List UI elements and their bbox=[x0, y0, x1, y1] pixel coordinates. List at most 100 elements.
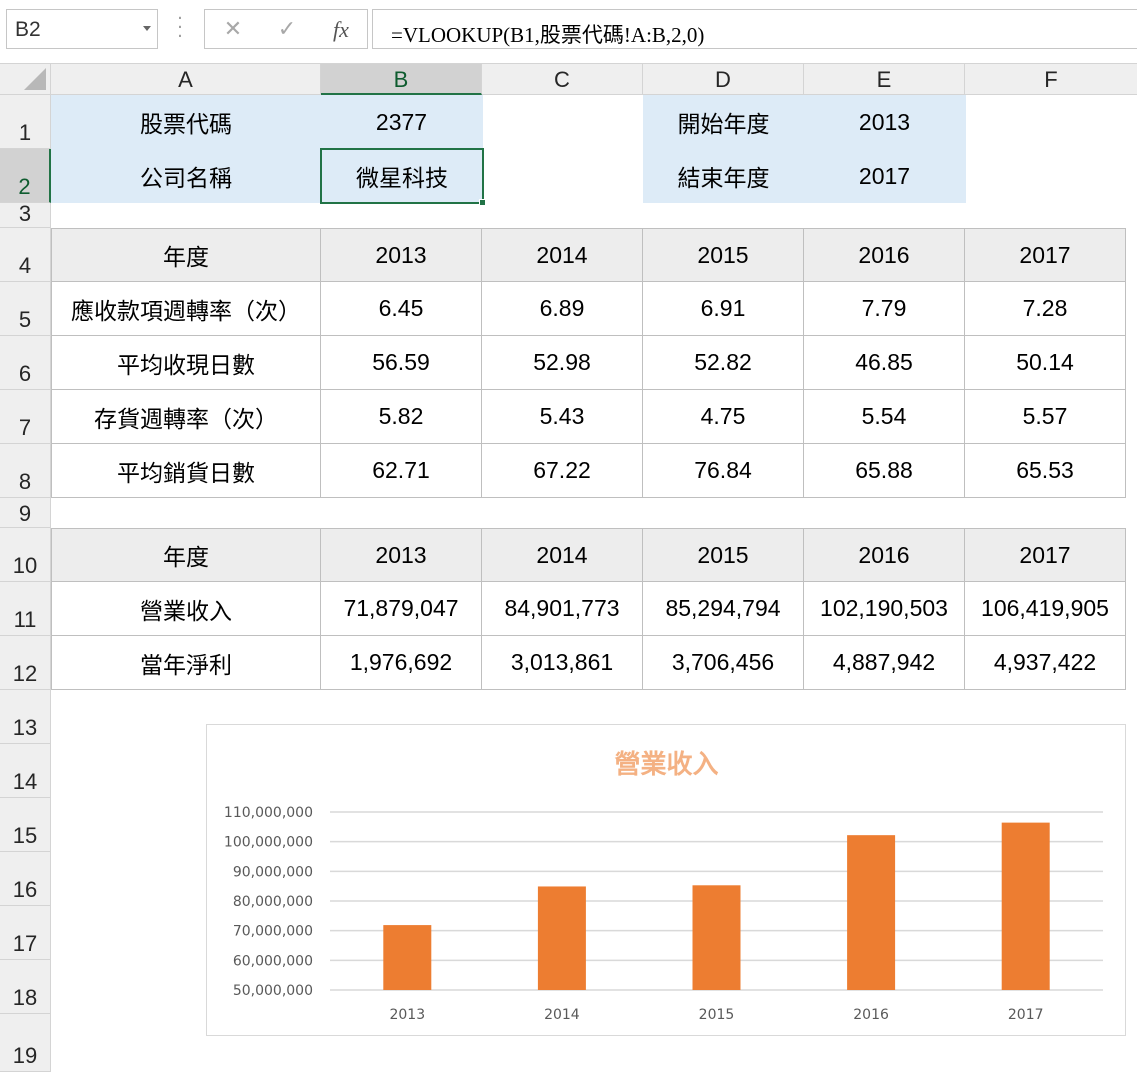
row-header-10[interactable]: 10 bbox=[0, 528, 51, 582]
revenue-table-cell[interactable]: 4,887,942 bbox=[804, 636, 965, 690]
revenue-table-cell[interactable]: 3,013,861 bbox=[482, 636, 643, 690]
ratio-table-cell[interactable]: 62.71 bbox=[321, 444, 482, 498]
ratio-table-cell[interactable]: 6.89 bbox=[482, 282, 643, 336]
ratio-table-cell[interactable]: 4.75 bbox=[643, 390, 804, 444]
ratio-table-cell[interactable]: 應收款項週轉率（次） bbox=[51, 282, 321, 336]
bar-2014 bbox=[537, 886, 586, 990]
row-header-11[interactable]: 11 bbox=[0, 582, 51, 636]
ratio-table-cell[interactable]: 76.84 bbox=[643, 444, 804, 498]
ratio-table-cell[interactable]: 56.59 bbox=[321, 336, 482, 390]
ratio-table-header-cell[interactable]: 年度 bbox=[51, 228, 321, 282]
revenue-table-header-cell[interactable]: 2015 bbox=[643, 528, 804, 582]
col-header-f[interactable]: F bbox=[965, 64, 1137, 95]
name-box[interactable]: B2 bbox=[6, 9, 158, 49]
stock-code-label[interactable]: 股票代碼 bbox=[51, 95, 321, 149]
ratio-table-cell[interactable]: 平均收現日數 bbox=[51, 336, 321, 390]
col-header-d[interactable]: D bbox=[643, 64, 804, 95]
name-box-value: B2 bbox=[15, 18, 41, 41]
ratio-table-header-cell[interactable]: 2016 bbox=[804, 228, 965, 282]
grip-icon[interactable]: · · · bbox=[176, 10, 184, 46]
row-header-7[interactable]: 7 bbox=[0, 390, 51, 444]
ratio-table-cell[interactable]: 52.82 bbox=[643, 336, 804, 390]
ratio-table-cell[interactable]: 7.28 bbox=[965, 282, 1126, 336]
revenue-table-cell[interactable]: 106,419,905 bbox=[965, 582, 1126, 636]
revenue-table-cell[interactable]: 84,901,773 bbox=[482, 582, 643, 636]
revenue-table-header-cell[interactable]: 年度 bbox=[51, 528, 321, 582]
row-header-1[interactable]: 1 bbox=[0, 95, 51, 149]
x-tick-label: 2014 bbox=[544, 1007, 580, 1023]
row-header-19[interactable]: 19 bbox=[0, 1014, 51, 1072]
ratio-table-cell[interactable]: 65.88 bbox=[804, 444, 965, 498]
y-tick-label: 90,000,000 bbox=[233, 864, 313, 880]
ratio-table-cell[interactable]: 存貨週轉率（次） bbox=[51, 390, 321, 444]
row-header-8[interactable]: 8 bbox=[0, 444, 51, 498]
select-all-button[interactable] bbox=[0, 64, 51, 95]
ratio-table-cell[interactable]: 5.82 bbox=[321, 390, 482, 444]
col-header-e[interactable]: E bbox=[804, 64, 965, 95]
y-tick-label: 110,000,000 bbox=[224, 805, 313, 821]
revenue-chart[interactable]: 營業收入 50,000,000 60,000,000 70,000,000 80,000… bbox=[206, 724, 1126, 1036]
row-header-16[interactable]: 16 bbox=[0, 852, 51, 906]
formula-input[interactable]: =VLOOKUP(B1,股票代碼!A:B,2,0) bbox=[372, 9, 1137, 49]
ratio-table-header-cell[interactable]: 2017 bbox=[965, 228, 1126, 282]
revenue-table-header-cell[interactable]: 2016 bbox=[804, 528, 965, 582]
revenue-table-cell[interactable]: 85,294,794 bbox=[643, 582, 804, 636]
row-header-17[interactable]: 17 bbox=[0, 906, 51, 960]
revenue-table-cell[interactable]: 3,706,456 bbox=[643, 636, 804, 690]
row-header-13[interactable]: 13 bbox=[0, 690, 51, 744]
bar-2016 bbox=[847, 835, 896, 990]
ratio-table-cell[interactable]: 52.98 bbox=[482, 336, 643, 390]
ratio-table-cell[interactable]: 5.43 bbox=[482, 390, 643, 444]
row-header-12[interactable]: 12 bbox=[0, 636, 51, 690]
ratio-table-cell[interactable]: 65.53 bbox=[965, 444, 1126, 498]
ratio-table-cell[interactable]: 5.54 bbox=[804, 390, 965, 444]
row-header-15[interactable]: 15 bbox=[0, 798, 51, 852]
company-label[interactable]: 公司名稱 bbox=[51, 149, 321, 203]
ratio-table-cell[interactable]: 6.45 bbox=[321, 282, 482, 336]
start-year-cell[interactable]: 2013 bbox=[804, 95, 965, 149]
row-header-9[interactable]: 9 bbox=[0, 498, 51, 528]
function-icon[interactable]: fx bbox=[327, 16, 355, 44]
revenue-table-cell[interactable]: 71,879,047 bbox=[321, 582, 482, 636]
fill-handle[interactable] bbox=[479, 199, 486, 206]
enter-icon[interactable]: ✓ bbox=[273, 16, 301, 44]
end-year-label[interactable]: 結束年度 bbox=[643, 149, 804, 203]
row-header-14[interactable]: 14 bbox=[0, 744, 51, 798]
x-tick-label: 2016 bbox=[853, 1007, 889, 1023]
row-header-5[interactable]: 5 bbox=[0, 282, 51, 336]
row-header-18[interactable]: 18 bbox=[0, 960, 51, 1014]
row-header-4[interactable]: 4 bbox=[0, 228, 51, 282]
revenue-table-header-cell[interactable]: 2014 bbox=[482, 528, 643, 582]
row-header-2[interactable]: 2 bbox=[0, 149, 51, 203]
ratio-table-cell[interactable]: 6.91 bbox=[643, 282, 804, 336]
x-tick-label: 2013 bbox=[389, 1007, 425, 1023]
revenue-table-cell[interactable]: 當年淨利 bbox=[51, 636, 321, 690]
revenue-table-header-cell[interactable]: 2013 bbox=[321, 528, 482, 582]
stock-code-cell[interactable]: 2377 bbox=[321, 95, 482, 149]
start-year-label[interactable]: 開始年度 bbox=[643, 95, 804, 149]
revenue-table-cell[interactable]: 營業收入 bbox=[51, 582, 321, 636]
row-header-6[interactable]: 6 bbox=[0, 336, 51, 390]
revenue-table-cell[interactable]: 102,190,503 bbox=[804, 582, 965, 636]
cancel-icon[interactable]: ✕ bbox=[219, 16, 247, 44]
ratio-table-cell[interactable]: 平均銷貨日數 bbox=[51, 444, 321, 498]
col-header-c[interactable]: C bbox=[482, 64, 643, 95]
col-header-b[interactable]: B bbox=[321, 64, 482, 95]
select-all-icon bbox=[24, 68, 46, 90]
end-year-cell[interactable]: 2017 bbox=[804, 149, 965, 203]
ratio-table-cell[interactable]: 67.22 bbox=[482, 444, 643, 498]
revenue-table-header-cell[interactable]: 2017 bbox=[965, 528, 1126, 582]
ratio-table-header-cell[interactable]: 2013 bbox=[321, 228, 482, 282]
ratio-table-cell[interactable]: 46.85 bbox=[804, 336, 965, 390]
ratio-table-cell[interactable]: 7.79 bbox=[804, 282, 965, 336]
ratio-table-cell[interactable]: 5.57 bbox=[965, 390, 1126, 444]
company-name-cell[interactable]: 微星科技 bbox=[320, 148, 484, 204]
revenue-table-cell[interactable]: 4,937,422 bbox=[965, 636, 1126, 690]
chevron-down-icon[interactable] bbox=[143, 26, 151, 31]
col-header-a[interactable]: A bbox=[51, 64, 321, 95]
ratio-table-header-cell[interactable]: 2014 bbox=[482, 228, 643, 282]
revenue-table-cell[interactable]: 1,976,692 bbox=[321, 636, 482, 690]
ratio-table-cell[interactable]: 50.14 bbox=[965, 336, 1126, 390]
row-header-3[interactable]: 3 bbox=[0, 201, 51, 228]
ratio-table-header-cell[interactable]: 2015 bbox=[643, 228, 804, 282]
